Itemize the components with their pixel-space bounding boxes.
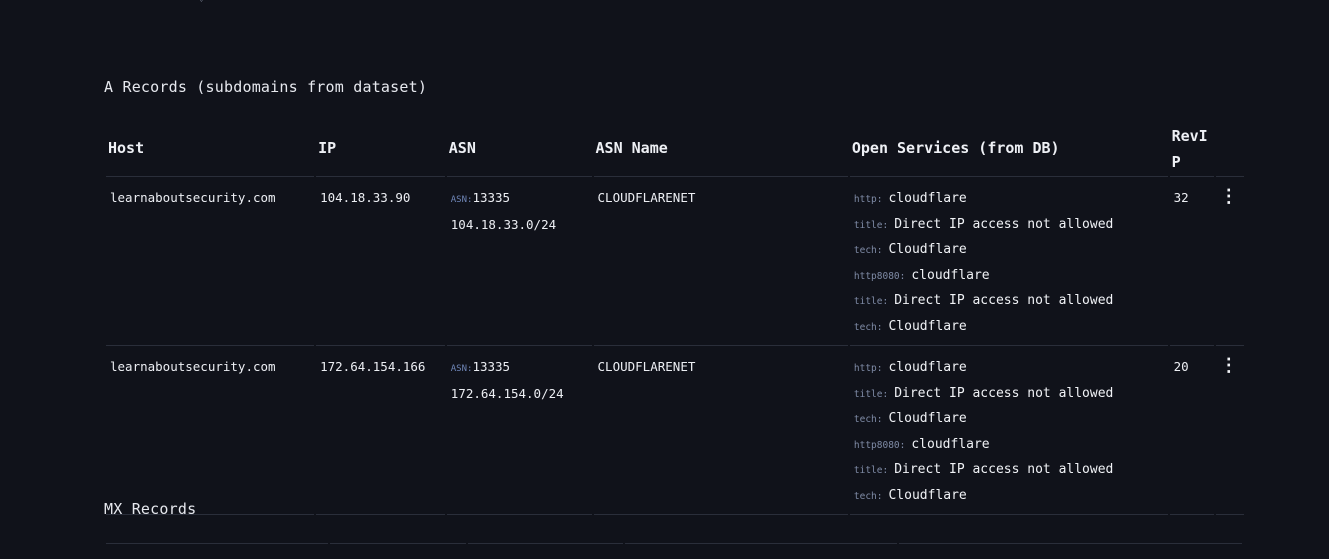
- asn-cell: ASN:13335 172.64.154.0/24: [446, 346, 592, 515]
- asn-number[interactable]: 13335: [472, 359, 510, 374]
- kebab-menu-icon[interactable]: ⋮: [1220, 187, 1238, 207]
- mx-table-header-divider: [330, 543, 466, 544]
- a-records-title: A Records (subdomains from dataset): [104, 78, 428, 96]
- revip-count[interactable]: 32: [1169, 177, 1214, 346]
- ip-cell[interactable]: 172.64.154.166: [316, 346, 445, 515]
- service-line: http: cloudflare: [854, 186, 1164, 212]
- kebab-menu-icon[interactable]: ⋮: [1220, 356, 1238, 376]
- column-header-host[interactable]: Host: [106, 120, 315, 177]
- service-value: cloudflare: [911, 267, 990, 283]
- revip-count[interactable]: 20: [1169, 346, 1214, 515]
- service-line: tech: Cloudflare: [854, 237, 1164, 263]
- asn-cell: ASN:13335 104.18.33.0/24: [446, 177, 592, 346]
- service-line: title: Direct IP access not allowed: [854, 457, 1164, 483]
- row-actions-cell: ⋮: [1215, 346, 1244, 515]
- service-line: http8080: cloudflare: [854, 263, 1164, 289]
- service-label: title:: [853, 219, 889, 231]
- service-label: tech:: [853, 414, 883, 425]
- host-cell[interactable]: learnaboutsecurity.com: [106, 177, 315, 346]
- open-services-cell: http: cloudflare title: Direct IP access no…: [849, 346, 1168, 515]
- mx-records-title: MX Records: [104, 500, 197, 518]
- column-header-asn[interactable]: ASN: [446, 120, 592, 177]
- service-value: Direct IP access not allowed: [894, 293, 1114, 308]
- mx-table-header-divider: [106, 543, 328, 544]
- asn-name-cell: CLOUDFLARENET: [593, 177, 848, 346]
- service-value: Cloudflare: [888, 411, 967, 426]
- asn-label: ASN:: [450, 195, 473, 205]
- table-row: learnaboutsecurity.com 172.64.154.166 ASN:…: [106, 346, 1244, 515]
- service-label: tech:: [853, 490, 883, 502]
- service-value: cloudflare: [888, 191, 967, 206]
- service-value: Cloudflare: [888, 242, 967, 257]
- mx-table-header-divider: [899, 543, 1242, 544]
- column-header-actions: [1215, 120, 1244, 177]
- mx-table-header-divider: [468, 543, 623, 544]
- service-line: tech: Cloudflare: [854, 406, 1164, 432]
- service-label: title:: [853, 465, 889, 476]
- service-value: cloudflare: [888, 360, 967, 375]
- asn-number[interactable]: 13335: [472, 190, 510, 205]
- table-header-row: Host IP ASN ASN Name Open Services (from…: [106, 120, 1244, 177]
- dns-records-page: ⌄ A Records (subdomains from dataset) Ho…: [0, 0, 1329, 559]
- asn-name-cell: CLOUDFLARENET: [593, 346, 848, 515]
- column-header-ip[interactable]: IP: [316, 120, 445, 177]
- service-value: Cloudflare: [888, 318, 967, 334]
- service-label: http:: [853, 194, 883, 205]
- column-header-open-services[interactable]: Open Services (from DB): [849, 120, 1168, 177]
- asn-number-line: ASN:13335: [451, 355, 588, 382]
- service-line: title: Direct IP access not allowed: [854, 288, 1164, 314]
- asn-prefix[interactable]: 104.18.33.0/24: [451, 213, 588, 237]
- service-label: title:: [853, 388, 889, 400]
- column-header-asn-name[interactable]: ASN Name: [593, 120, 848, 177]
- service-label: title:: [853, 296, 889, 307]
- asn-label: ASN:: [450, 364, 473, 374]
- service-value: Direct IP access not allowed: [894, 216, 1114, 232]
- service-line: title: Direct IP access not allowed: [854, 381, 1164, 407]
- service-label: http8080:: [853, 439, 906, 451]
- service-label: tech:: [853, 245, 883, 256]
- service-value: Direct IP access not allowed: [894, 385, 1114, 401]
- service-value: cloudflare: [911, 436, 990, 452]
- service-value: Cloudflare: [888, 487, 967, 503]
- service-line: http8080: cloudflare: [854, 432, 1164, 458]
- service-line: http: cloudflare: [854, 355, 1164, 381]
- a-records-table: Host IP ASN ASN Name Open Services (from…: [104, 120, 1246, 515]
- ip-cell[interactable]: 104.18.33.90: [316, 177, 445, 346]
- open-services-cell: http: cloudflare title: Direct IP access no…: [849, 177, 1168, 346]
- service-label: http:: [853, 363, 883, 374]
- column-header-revip[interactable]: RevIP: [1169, 120, 1214, 177]
- table-row: learnaboutsecurity.com 104.18.33.90 ASN:13…: [106, 177, 1244, 346]
- service-value: Direct IP access not allowed: [894, 462, 1114, 477]
- service-line: tech: Cloudflare: [854, 483, 1164, 509]
- asn-number-line: ASN:13335: [451, 186, 588, 213]
- scroll-artifact: ⌄: [199, 0, 205, 3]
- row-actions-cell: ⋮: [1215, 177, 1244, 346]
- service-line: title: Direct IP access not allowed: [854, 212, 1164, 238]
- service-label: tech:: [853, 321, 883, 333]
- service-label: http8080:: [853, 270, 906, 282]
- service-line: tech: Cloudflare: [854, 314, 1164, 340]
- host-cell[interactable]: learnaboutsecurity.com: [106, 346, 315, 515]
- mx-table-header-divider: [625, 543, 897, 544]
- asn-prefix[interactable]: 172.64.154.0/24: [451, 382, 588, 406]
